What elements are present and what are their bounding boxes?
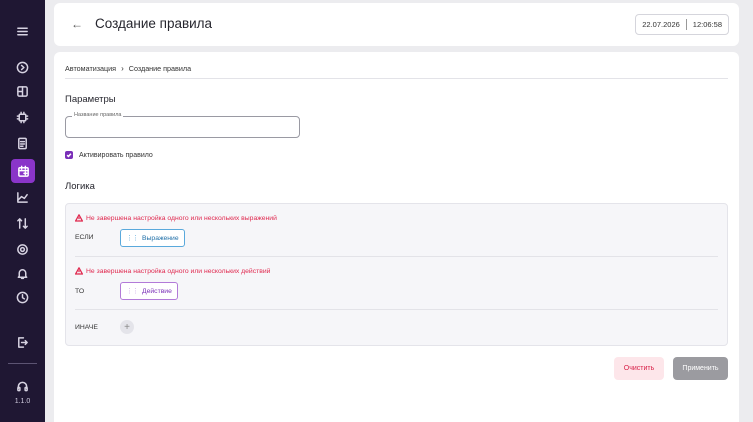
logic-divider bbox=[75, 309, 718, 310]
action-chip-label: Действие bbox=[142, 287, 172, 295]
clock-icon[interactable] bbox=[13, 288, 31, 306]
document-icon[interactable] bbox=[13, 134, 31, 152]
page-title: Создание правила bbox=[95, 16, 213, 31]
activate-rule-row[interactable]: Активировать правило bbox=[65, 151, 153, 159]
chip-icon[interactable] bbox=[13, 108, 31, 126]
current-date: 22.07.2026 bbox=[642, 20, 680, 29]
page-header: ← Создание правила 22.07.2026 12:06:58 bbox=[54, 3, 739, 46]
app-version: 1.1.0 bbox=[14, 398, 31, 405]
rule-name-field[interactable]: Название правила bbox=[65, 112, 300, 138]
dashboard-icon[interactable] bbox=[13, 82, 31, 100]
apply-button[interactable]: Применить bbox=[673, 357, 728, 380]
chevron-right-icon: › bbox=[121, 64, 124, 73]
arrow-left-icon[interactable]: ← bbox=[71, 17, 83, 31]
breadcrumb-parent[interactable]: Автоматизация bbox=[65, 64, 116, 73]
logic-divider bbox=[75, 256, 718, 257]
then-warning-text: Не завершена настройка одного или нескол… bbox=[86, 267, 271, 275]
drag-handle-icon: ⋮⋮ bbox=[126, 288, 139, 295]
warning-icon bbox=[75, 214, 83, 222]
expression-chip-label: Выражение bbox=[142, 234, 179, 242]
then-label: ТО bbox=[75, 288, 85, 295]
play-circle-icon[interactable] bbox=[13, 58, 31, 76]
check-icon bbox=[66, 153, 72, 158]
sidebar-divider bbox=[8, 363, 37, 364]
calendar-icon[interactable] bbox=[11, 159, 35, 183]
activate-label: Активировать правило bbox=[79, 151, 153, 159]
breadcrumb-current: Создание правила bbox=[128, 64, 192, 73]
gear-icon[interactable] bbox=[13, 240, 31, 258]
drag-handle-icon: ⋮⋮ bbox=[126, 235, 139, 242]
activate-checkbox[interactable] bbox=[65, 151, 73, 159]
clear-button[interactable]: Очистить bbox=[614, 357, 664, 380]
expression-chip[interactable]: ⋮⋮ Выражение bbox=[120, 229, 185, 247]
logic-builder: Не завершена настройка одного или нескол… bbox=[65, 203, 728, 346]
main-panel: Автоматизация › Создание правила Парамет… bbox=[54, 52, 739, 422]
logout-icon[interactable] bbox=[13, 333, 31, 351]
add-else-button[interactable]: + bbox=[120, 320, 134, 334]
datetime-separator bbox=[685, 19, 687, 30]
if-label: ЕСЛИ bbox=[75, 234, 94, 241]
datetime-display: 22.07.2026 12:06:58 bbox=[635, 14, 729, 35]
bell-icon[interactable] bbox=[13, 264, 31, 282]
action-chip[interactable]: ⋮⋮ Действие bbox=[120, 282, 178, 300]
rule-name-label: Название правила bbox=[72, 112, 124, 118]
if-warning-text: Не завершена настройка одного или нескол… bbox=[86, 214, 277, 222]
chart-icon[interactable] bbox=[13, 188, 31, 206]
breadcrumb-divider bbox=[65, 78, 728, 79]
params-title: Параметры bbox=[65, 94, 116, 105]
logic-title: Логика bbox=[65, 181, 95, 192]
if-warning: Не завершена настройка одного или нескол… bbox=[75, 214, 277, 222]
headset-icon[interactable] bbox=[13, 377, 31, 395]
current-time: 12:06:58 bbox=[692, 20, 722, 29]
else-label: ИНАЧЕ bbox=[75, 324, 98, 331]
menu-icon[interactable] bbox=[13, 22, 31, 40]
sidebar: 1.1.0 bbox=[0, 0, 45, 422]
warning-icon bbox=[75, 267, 83, 275]
then-warning: Не завершена настройка одного или нескол… bbox=[75, 267, 270, 275]
breadcrumb: Автоматизация › Создание правила bbox=[65, 64, 191, 73]
exchange-icon[interactable] bbox=[13, 214, 31, 232]
